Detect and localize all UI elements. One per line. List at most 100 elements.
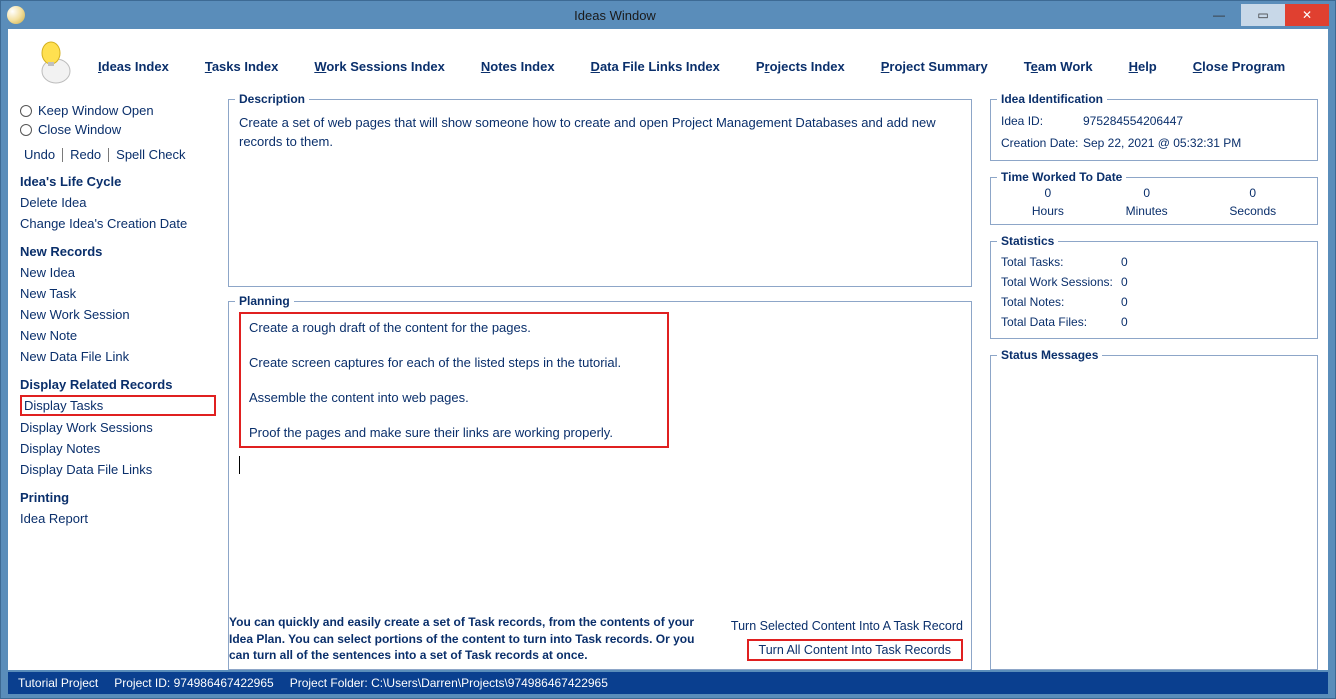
hours-value: 0: [1032, 186, 1064, 200]
new-task-link[interactable]: New Task: [20, 283, 216, 304]
new-records-heading: New Records: [20, 244, 216, 259]
idea-id-value: 975284554206447: [1083, 114, 1183, 128]
new-data-file-link-link[interactable]: New Data File Link: [20, 346, 216, 367]
menu-data-file-links-index[interactable]: Data File Links Index: [591, 59, 720, 74]
minutes-value: 0: [1126, 186, 1168, 200]
radio-icon: [20, 124, 32, 136]
planning-footer-text: You can quickly and easily create a set …: [229, 614, 711, 663]
display-related-heading: Display Related Records: [20, 377, 216, 392]
time-worked-legend: Time Worked To Date: [997, 170, 1126, 184]
life-cycle-heading: Idea's Life Cycle: [20, 174, 216, 189]
app-icon: [7, 6, 25, 24]
app-logo: [28, 37, 78, 87]
total-tasks-value: 0: [1121, 255, 1128, 269]
radio-label: Keep Window Open: [38, 103, 154, 118]
turn-all-into-tasks-link[interactable]: Turn All Content Into Task Records: [747, 639, 963, 661]
display-notes-link[interactable]: Display Notes: [20, 438, 216, 459]
planning-line: Create screen captures for each of the l…: [249, 355, 659, 370]
creation-date-value: Sep 22, 2021 @ 05:32:31 PM: [1083, 136, 1241, 150]
printing-heading: Printing: [20, 490, 216, 505]
maximize-button[interactable]: ▭: [1241, 4, 1285, 26]
body: Keep Window Open Close Window Undo Redo …: [8, 93, 1328, 670]
separator-icon: [108, 148, 109, 162]
menu-projects-index[interactable]: Projects Index: [756, 59, 845, 74]
total-notes-label: Total Notes:: [1001, 295, 1121, 309]
new-work-session-link[interactable]: New Work Session: [20, 304, 216, 325]
status-messages-legend: Status Messages: [997, 348, 1102, 362]
center-column: Description Create a set of web pages th…: [218, 93, 982, 670]
planning-footer-links: Turn Selected Content Into A Task Record…: [731, 619, 963, 663]
planning-highlight: Create a rough draft of the content for …: [239, 312, 669, 448]
window-title: Ideas Window: [33, 8, 1197, 23]
description-textarea[interactable]: Create a set of web pages that will show…: [229, 100, 971, 162]
time-worked-fieldset: Time Worked To Date 0 Hours 0 Minutes 0: [990, 177, 1318, 225]
planning-line: Create a rough draft of the content for …: [249, 320, 659, 335]
status-messages-body: [991, 356, 1317, 576]
total-df-value: 0: [1121, 315, 1128, 329]
description-legend: Description: [235, 93, 309, 106]
minimize-button[interactable]: —: [1197, 4, 1241, 26]
menu-project-summary[interactable]: Project Summary: [881, 59, 988, 74]
radio-keep-window-open[interactable]: Keep Window Open: [20, 101, 216, 120]
planning-textarea[interactable]: Create a rough draft of the content for …: [229, 302, 971, 610]
redo-link[interactable]: Redo: [66, 147, 105, 162]
edit-toolbar: Undo Redo Spell Check: [20, 147, 216, 162]
titlebar: Ideas Window — ▭ ✕: [1, 1, 1335, 29]
description-fieldset: Description Create a set of web pages th…: [228, 99, 972, 287]
statistics-fieldset: Statistics Total Tasks:0 Total Work Sess…: [990, 241, 1318, 339]
menu-ideas-index[interactable]: Ideas Index: [98, 59, 169, 74]
status-project-id: Project ID: 974986467422965: [114, 676, 273, 690]
display-data-file-links-link[interactable]: Display Data File Links: [20, 459, 216, 480]
topbar: Ideas Index Tasks Index Work Sessions In…: [8, 29, 1328, 93]
display-work-sessions-link[interactable]: Display Work Sessions: [20, 417, 216, 438]
minutes-label: Minutes: [1126, 204, 1168, 218]
planning-line: Proof the pages and make sure their link…: [249, 425, 659, 440]
window-frame: Ideas Window — ▭ ✕ Ideas Index Tasks Ind…: [0, 0, 1336, 699]
undo-link[interactable]: Undo: [20, 147, 59, 162]
new-idea-link[interactable]: New Idea: [20, 262, 216, 283]
idea-identification-legend: Idea Identification: [997, 93, 1107, 106]
planning-line: Assemble the content into web pages.: [249, 390, 659, 405]
seconds-label: Seconds: [1229, 204, 1276, 218]
menu-help[interactable]: Help: [1129, 59, 1157, 74]
total-ws-label: Total Work Sessions:: [1001, 275, 1121, 289]
seconds-value: 0: [1229, 186, 1276, 200]
spellcheck-link[interactable]: Spell Check: [112, 147, 189, 162]
text-cursor-icon: [239, 456, 240, 474]
idea-id-label: Idea ID:: [1001, 114, 1083, 128]
right-column: Idea Identification Idea ID: 97528455420…: [982, 93, 1318, 670]
statistics-legend: Statistics: [997, 234, 1058, 248]
total-notes-value: 0: [1121, 295, 1128, 309]
menu-work-sessions-index[interactable]: Work Sessions Index: [314, 59, 445, 74]
status-project-folder: Project Folder: C:\Users\Darren\Projects…: [290, 676, 608, 690]
turn-selected-into-task-link[interactable]: Turn Selected Content Into A Task Record: [731, 619, 963, 633]
close-button[interactable]: ✕: [1285, 4, 1329, 26]
status-messages-fieldset: Status Messages: [990, 355, 1318, 670]
main-menu: Ideas Index Tasks Index Work Sessions In…: [98, 51, 1308, 74]
creation-date-label: Creation Date:: [1001, 136, 1083, 150]
total-df-label: Total Data Files:: [1001, 315, 1121, 329]
radio-close-window[interactable]: Close Window: [20, 120, 216, 139]
separator-icon: [62, 148, 63, 162]
client-area: Ideas Index Tasks Index Work Sessions In…: [8, 29, 1328, 670]
menu-notes-index[interactable]: Notes Index: [481, 59, 555, 74]
menu-team-work[interactable]: Team Work: [1024, 59, 1093, 74]
change-creation-date-link[interactable]: Change Idea's Creation Date: [20, 213, 216, 234]
sidebar: Keep Window Open Close Window Undo Redo …: [18, 93, 218, 670]
idea-identification-fieldset: Idea Identification Idea ID: 97528455420…: [990, 99, 1318, 161]
total-tasks-label: Total Tasks:: [1001, 255, 1121, 269]
idea-report-link[interactable]: Idea Report: [20, 508, 216, 529]
menu-tasks-index[interactable]: Tasks Index: [205, 59, 278, 74]
delete-idea-link[interactable]: Delete Idea: [20, 192, 216, 213]
hours-label: Hours: [1032, 204, 1064, 218]
radio-icon: [20, 105, 32, 117]
status-project-name: Tutorial Project: [18, 676, 98, 690]
radio-label: Close Window: [38, 122, 121, 137]
planning-footer: You can quickly and easily create a set …: [229, 610, 971, 669]
status-bar: Tutorial Project Project ID: 97498646742…: [8, 672, 1328, 694]
menu-close-program[interactable]: Close Program: [1193, 59, 1285, 74]
new-note-link[interactable]: New Note: [20, 325, 216, 346]
display-tasks-link[interactable]: Display Tasks: [20, 395, 216, 416]
total-ws-value: 0: [1121, 275, 1128, 289]
planning-fieldset: Planning Create a rough draft of the con…: [228, 301, 972, 670]
